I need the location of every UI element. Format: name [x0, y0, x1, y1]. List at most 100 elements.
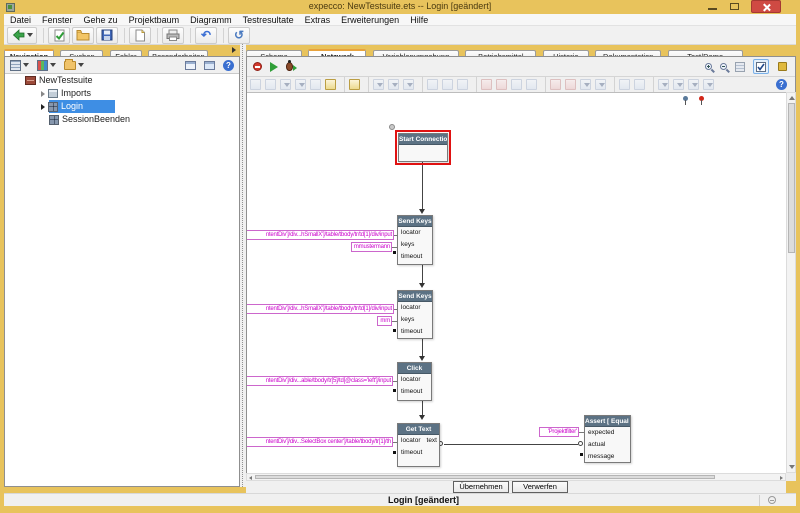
- tree-item-login[interactable]: Login: [5, 100, 239, 113]
- record-button[interactable]: [250, 60, 265, 74]
- grid-button[interactable]: [732, 60, 748, 74]
- copy-step-icon[interactable]: [250, 79, 261, 90]
- pin-timeout[interactable]: timeout: [398, 386, 431, 398]
- save-button[interactable]: [96, 27, 118, 44]
- tree-item-sessionbeenden[interactable]: SessionBeenden: [5, 113, 239, 126]
- paste-step-icon[interactable]: [265, 79, 276, 90]
- pin-text-output[interactable]: text: [424, 435, 439, 447]
- disable-step-icon[interactable]: [526, 79, 537, 90]
- scroll-right-icon[interactable]: [780, 476, 783, 480]
- expander-icon[interactable]: [41, 104, 45, 110]
- dock-button[interactable]: [201, 58, 218, 72]
- pin-locator[interactable]: locator: [398, 374, 431, 386]
- add-breakpoint-icon[interactable]: [481, 79, 492, 90]
- reverse-order-icon[interactable]: [595, 79, 606, 90]
- menu-testresultate[interactable]: Testresultate: [243, 15, 294, 25]
- node-click[interactable]: Click locator timeout: [397, 362, 432, 401]
- tree-help-button[interactable]: ?: [220, 58, 237, 72]
- discard-button[interactable]: Verwerfen: [512, 481, 568, 493]
- minimize-button[interactable]: [704, 0, 722, 13]
- tree-item-imports[interactable]: Imports: [5, 87, 239, 100]
- menu-extras[interactable]: Extras: [305, 15, 331, 25]
- align-left-icon[interactable]: [373, 79, 384, 90]
- tree-item-newtestsuite[interactable]: NewTestsuite: [5, 74, 239, 87]
- run-button[interactable]: [267, 60, 281, 74]
- value-label-expected[interactable]: 'Projektfilter': [539, 427, 579, 437]
- pin-locator[interactable]: locator: [398, 435, 423, 447]
- ungroup-icon[interactable]: [634, 79, 645, 90]
- scroll-up-icon[interactable]: [789, 96, 795, 100]
- edit-properties-icon[interactable]: [325, 79, 336, 90]
- scroll-left-icon[interactable]: [249, 476, 252, 480]
- move-up-icon[interactable]: [280, 79, 291, 90]
- menu-datei[interactable]: Datei: [10, 15, 31, 25]
- clear-marker-icon[interactable]: [565, 79, 576, 90]
- connect-pins-icon[interactable]: [427, 79, 438, 90]
- value-label-locator[interactable]: ntentDiv']/div...hSmallX']/table/tbody/t…: [247, 230, 394, 240]
- pin-timeout[interactable]: timeout: [398, 326, 432, 338]
- zoom-out-button[interactable]: [717, 60, 730, 74]
- set-marker-icon[interactable]: [550, 79, 561, 90]
- scrollbar-thumb[interactable]: [788, 103, 795, 253]
- value-label-locator[interactable]: ntentDiv']/div...able/tbody/tr[5]/td[@cl…: [247, 376, 393, 386]
- move-down-icon[interactable]: [295, 79, 306, 90]
- zoom-in-button[interactable]: [702, 60, 715, 74]
- align-top-icon[interactable]: [388, 79, 399, 90]
- scroll-down-icon[interactable]: [789, 465, 795, 469]
- input-pin-circle[interactable]: [578, 441, 583, 446]
- menu-erweiterungen[interactable]: Erweiterungen: [341, 15, 399, 25]
- enable-step-icon[interactable]: [511, 79, 522, 90]
- menu-projektbaum[interactable]: Projektbaum: [129, 15, 180, 25]
- edit-pin-icon[interactable]: [442, 79, 453, 90]
- network-canvas[interactable]: Start Connection Send Keys locator keys …: [247, 93, 787, 473]
- vertical-scrollbar[interactable]: [786, 92, 796, 473]
- folder-dropdown[interactable]: [61, 58, 87, 72]
- value-label-locator[interactable]: ntentDiv']/div...hSmallX']/table/tbody/t…: [247, 304, 394, 314]
- new-item-dropdown[interactable]: [7, 58, 32, 72]
- pin-timeout[interactable]: timeout: [398, 447, 439, 459]
- duplicate-icon[interactable]: [310, 79, 321, 90]
- pin-actual[interactable]: actual: [585, 439, 630, 451]
- route-auto-icon[interactable]: [703, 79, 714, 90]
- snap-toggle[interactable]: [753, 59, 769, 74]
- pin-locator[interactable]: locator: [398, 302, 432, 314]
- detach-button[interactable]: [182, 58, 199, 72]
- value-label-keys[interactable]: mmustermann: [351, 242, 392, 252]
- pin-keys[interactable]: keys: [398, 239, 432, 251]
- menu-diagramm[interactable]: Diagramm: [190, 15, 232, 25]
- print-button[interactable]: [162, 27, 184, 44]
- start-anchor[interactable]: [389, 124, 395, 130]
- undo-button[interactable]: ↶: [195, 27, 217, 44]
- input-pin-marker-icon[interactable]: [682, 96, 689, 105]
- pin-expected[interactable]: expected: [585, 427, 630, 439]
- group-icon[interactable]: [619, 79, 630, 90]
- open-button[interactable]: [72, 27, 94, 44]
- menu-gehe-zu[interactable]: Gehe zu: [84, 15, 118, 25]
- commit-button[interactable]: [48, 27, 70, 44]
- debug-button[interactable]: [283, 60, 296, 74]
- status-overflow-icon[interactable]: [768, 496, 776, 504]
- route-ortho-icon[interactable]: [673, 79, 684, 90]
- step-order-icon[interactable]: [580, 79, 591, 90]
- expander-icon[interactable]: [41, 91, 45, 97]
- value-label-locator[interactable]: ntentDiv']/div...SelectBox center']/tabl…: [247, 437, 393, 447]
- node-get-text[interactable]: Get Text locator text timeout: [397, 423, 440, 467]
- network-help-button[interactable]: ?: [773, 78, 790, 92]
- back-button[interactable]: [7, 27, 37, 44]
- insert-step-icon[interactable]: [457, 79, 468, 90]
- menu-hilfe[interactable]: Hilfe: [410, 15, 428, 25]
- panel-corner-button[interactable]: [775, 60, 790, 74]
- node-start-connection[interactable]: Start Connection: [398, 133, 448, 162]
- value-label-keys[interactable]: mm: [377, 316, 392, 326]
- route-curve-icon[interactable]: [688, 79, 699, 90]
- node-send-keys-1[interactable]: Send Keys locator keys timeout: [397, 215, 433, 265]
- node-assert-equal[interactable]: Assert [ Equal ] expected actual message: [584, 415, 631, 463]
- output-pin-marker-icon[interactable]: [698, 96, 705, 105]
- open-block-icon[interactable]: [349, 79, 360, 90]
- align-right-icon[interactable]: [403, 79, 414, 90]
- pin-keys[interactable]: keys: [398, 314, 432, 326]
- apply-button[interactable]: Übernehmen: [453, 481, 509, 493]
- view-mode-dropdown[interactable]: [34, 58, 59, 72]
- menu-fenster[interactable]: Fenster: [42, 15, 73, 25]
- route-straight-icon[interactable]: [658, 79, 669, 90]
